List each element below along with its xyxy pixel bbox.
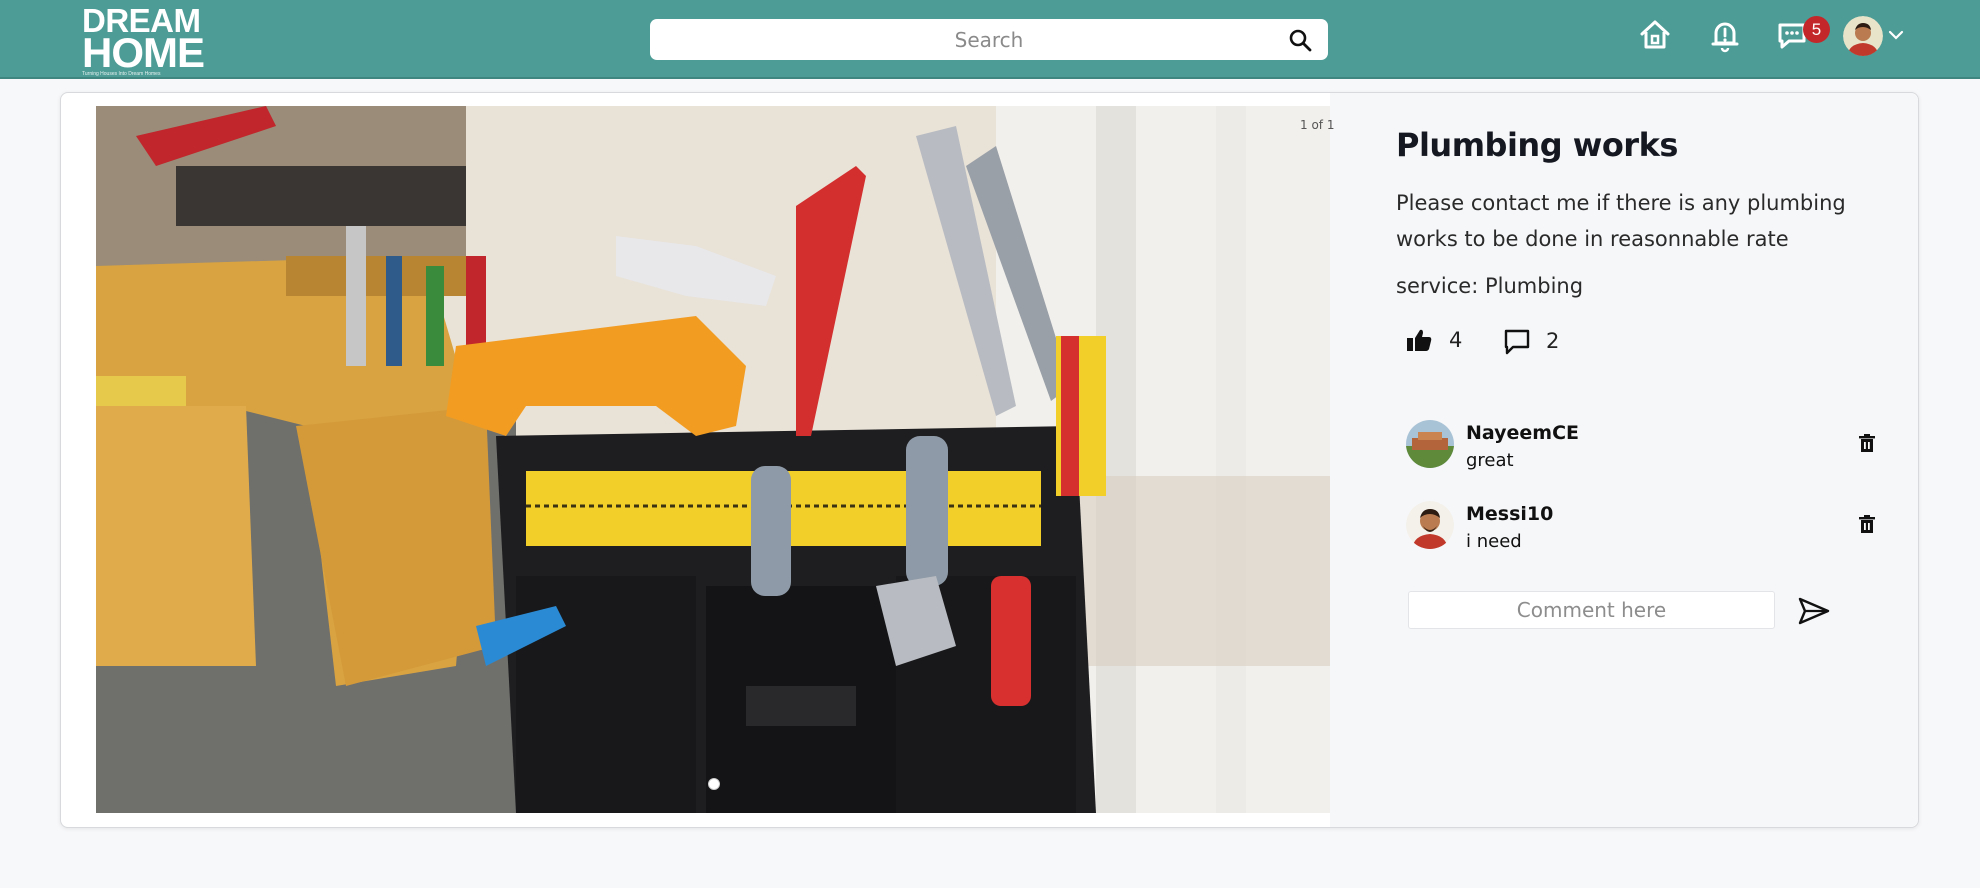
chevron-down-icon[interactable] [1888,29,1904,41]
logo-line2: HOME [82,29,205,76]
comment-item: NayeemCE great [1406,420,1886,480]
home-icon[interactable] [1637,17,1673,53]
comment-author[interactable]: NayeemCE [1466,422,1579,444]
comment-text: i need [1466,531,1522,552]
avatar[interactable] [1406,420,1454,468]
comment-icon [1504,329,1530,355]
avatar[interactable] [1843,16,1883,56]
image-counter: 1 of 1 [1300,118,1335,132]
send-icon[interactable] [1797,596,1831,626]
like-button[interactable]: 4 [1405,326,1462,354]
notification-badge: 5 [1803,16,1830,43]
comment-input[interactable] [1409,592,1774,628]
post-description: Please contact me if there is any plumbi… [1396,191,1846,251]
search-bar [650,19,1328,60]
comments-button[interactable]: 2 [1502,326,1559,356]
post-title: Plumbing works [1396,126,1678,164]
carousel-dot[interactable] [708,778,720,790]
likes-count: 4 [1449,328,1463,352]
search-icon[interactable] [1288,28,1312,52]
service-label: service: [1396,274,1485,298]
search-input[interactable] [650,19,1328,60]
comments-count: 2 [1546,329,1560,353]
comment-author[interactable]: Messi10 [1466,503,1553,525]
comment-input-box [1408,591,1775,629]
trash-icon[interactable] [1856,513,1878,535]
logo-tagline: Turning Houses Into Dream Homes [82,71,161,77]
top-navbar: DREAM HOME Turning Houses Into Dream Hom… [0,0,1980,79]
trash-icon[interactable] [1856,432,1878,454]
avatar[interactable] [1406,501,1454,549]
comment-text: great [1466,450,1514,471]
service-value: Plumbing [1484,274,1584,298]
post-service: service: Plumbing [1396,274,1583,298]
post-image[interactable] [96,106,1330,813]
comment-item: Messi10 i need [1406,501,1886,561]
logo[interactable]: DREAM HOME Turning Houses Into Dream Hom… [82,4,205,77]
thumbs-up-icon [1407,329,1432,351]
bell-icon[interactable] [1707,17,1743,53]
